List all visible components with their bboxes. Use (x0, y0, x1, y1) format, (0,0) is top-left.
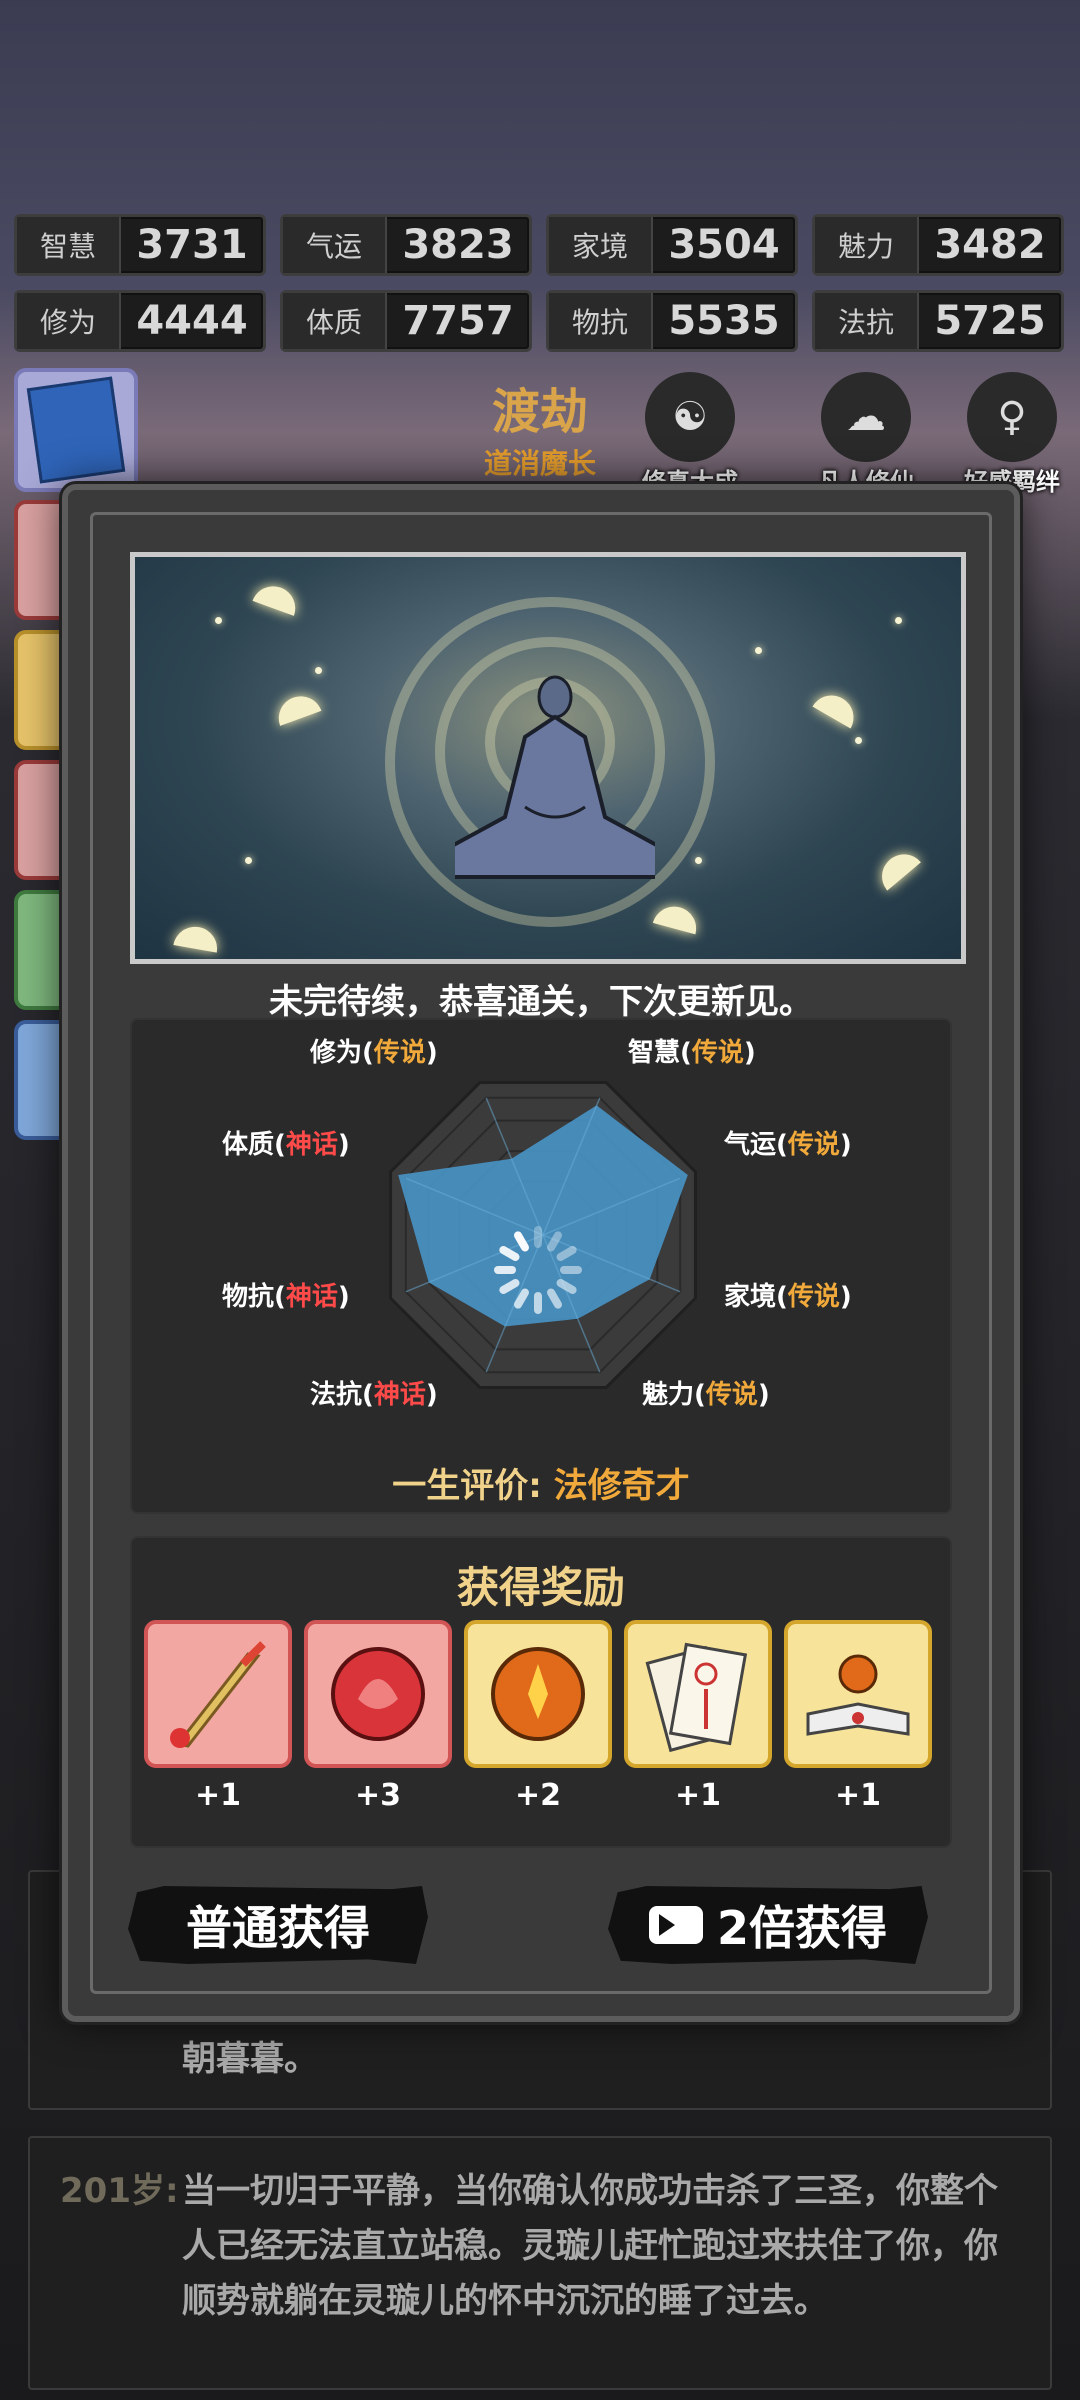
stat-value: 3731 (136, 222, 248, 268)
reward-item[interactable]: +1 (624, 1620, 772, 1813)
stat-value: 3504 (668, 222, 780, 268)
radar-label-constitution: 体质(神话) (222, 1130, 350, 1160)
meditation-scene-image (130, 552, 966, 964)
meditating-figure-icon (455, 675, 655, 879)
story-text: 朝暮暮。 (182, 2039, 318, 2079)
radar-label-wisdom: 智慧(传说) (628, 1038, 756, 1068)
companion-button[interactable]: ♀ 好感羁绊 (952, 372, 1072, 497)
reward-count: +3 (354, 1778, 401, 1813)
rewards-panel: 获得奖励 +1 +3 +2 +1 +1 (130, 1536, 952, 1848)
stats-grid: 智慧 3731 气运 3823 家境 3504 魅力 3482 修为 4444 体质 775… (14, 214, 1066, 352)
stat-cultivation: 修为 4444 (14, 290, 266, 352)
stat-phys-resist: 物抗 5535 (546, 290, 798, 352)
reward-count: +1 (674, 1778, 721, 1813)
completion-text: 未完待续，恭喜通关，下次更新见。 (269, 982, 813, 1022)
video-camera-icon (648, 1906, 703, 1944)
immortal-icon: ☁ (821, 372, 911, 462)
stat-label: 法抗 (815, 293, 919, 349)
flame-orb-icon (464, 1620, 612, 1768)
normal-claim-button[interactable]: 普通获得 (128, 1886, 428, 1964)
stat-charm: 魅力 3482 (812, 214, 1064, 276)
red-orb-icon (304, 1620, 452, 1768)
evaluation-value: 法修奇才 (553, 1466, 690, 1506)
evaluation-label: 一生评价: (392, 1466, 542, 1506)
stat-value: 7757 (402, 298, 514, 344)
sword-icon (144, 1620, 292, 1768)
stat-value: 3823 (402, 222, 514, 268)
story-text: 当一切归于平静，当你确认你成功击杀了三圣，你整个人已经无法直立站稳。灵璇儿赶忙跑… (182, 2171, 998, 2321)
stat-label: 物抗 (549, 293, 653, 349)
stat-constitution: 体质 7757 (280, 290, 532, 352)
stat-label: 智慧 (17, 217, 121, 273)
reward-item[interactable]: +3 (304, 1620, 452, 1813)
talisman-icon (624, 1620, 772, 1768)
stage-title: 渡劫 (491, 384, 588, 440)
stat-luck: 气运 3823 (280, 214, 532, 276)
stage-subtitle: 道消魔长 (483, 447, 596, 480)
radar-label-luck: 气运(传说) (724, 1130, 852, 1160)
reward-item[interactable]: +1 (784, 1620, 932, 1813)
radar-label-family: 家境(传说) (724, 1282, 852, 1312)
stat-value: 5535 (668, 298, 780, 344)
story-entry: 201岁: 当一切归于平静，当你确认你成功击杀了三圣，你整个人已经无法直立站稳。… (28, 2136, 1052, 2390)
meditation-button[interactable]: ☯ 修真大成 (630, 372, 750, 497)
stat-value: 5725 (934, 298, 1046, 344)
book-button[interactable] (14, 368, 138, 492)
loading-spinner-icon (494, 1226, 582, 1314)
rewards-title: 获得奖励 (456, 1563, 625, 1612)
radar-label-magic-resist: 法抗(神话) (310, 1380, 438, 1410)
completion-modal: 未完待续，恭喜通关，下次更新见。 修为(传说) 智慧(传说) 气运(传说) 家境… (62, 484, 1020, 2022)
reward-item[interactable]: +2 (464, 1620, 612, 1813)
attribute-radar-panel: 修为(传说) 智慧(传说) 气运(传说) 家境(传说) 魅力(传说) 法抗(神话… (130, 1018, 952, 1514)
stat-label: 气运 (283, 217, 387, 273)
book-icon (26, 376, 126, 484)
normal-claim-label: 普通获得 (186, 1901, 370, 1955)
stat-label: 魅力 (815, 217, 919, 273)
stat-value: 3482 (934, 222, 1046, 268)
reward-count: +2 (514, 1778, 561, 1813)
companion-icon: ♀ (967, 372, 1057, 462)
stat-label: 家境 (549, 217, 653, 273)
book-orb-icon (784, 1620, 932, 1768)
radar-label-phys-resist: 物抗(神话) (222, 1282, 350, 1312)
stat-label: 体质 (283, 293, 387, 349)
stat-value: 4444 (136, 298, 248, 344)
life-evaluation: 一生评价: 法修奇才 (132, 1458, 950, 1507)
rewards-row: +1 +3 +2 +1 +1 (144, 1620, 932, 1813)
stat-family: 家境 3504 (546, 214, 798, 276)
stat-label: 修为 (17, 293, 121, 349)
reward-count: +1 (834, 1778, 881, 1813)
double-claim-label: 2倍获得 (716, 1901, 887, 1955)
stat-wisdom: 智慧 3731 (14, 214, 266, 276)
stage-header: 渡劫 道消魔长 (440, 372, 640, 482)
radar-label-cultivation: 修为(传说) (310, 1038, 438, 1068)
meditation-icon: ☯ (645, 372, 735, 462)
reward-item[interactable]: +1 (144, 1620, 292, 1813)
radar-label-charm: 魅力(传说) (642, 1380, 770, 1410)
stat-magic-resist: 法抗 5725 (812, 290, 1064, 352)
immortal-button[interactable]: ☁ 凡人修仙 (806, 372, 926, 497)
double-claim-button[interactable]: 2倍获得 (608, 1886, 928, 1964)
story-age: 201岁: (60, 2171, 179, 2211)
reward-count: +1 (194, 1778, 241, 1813)
